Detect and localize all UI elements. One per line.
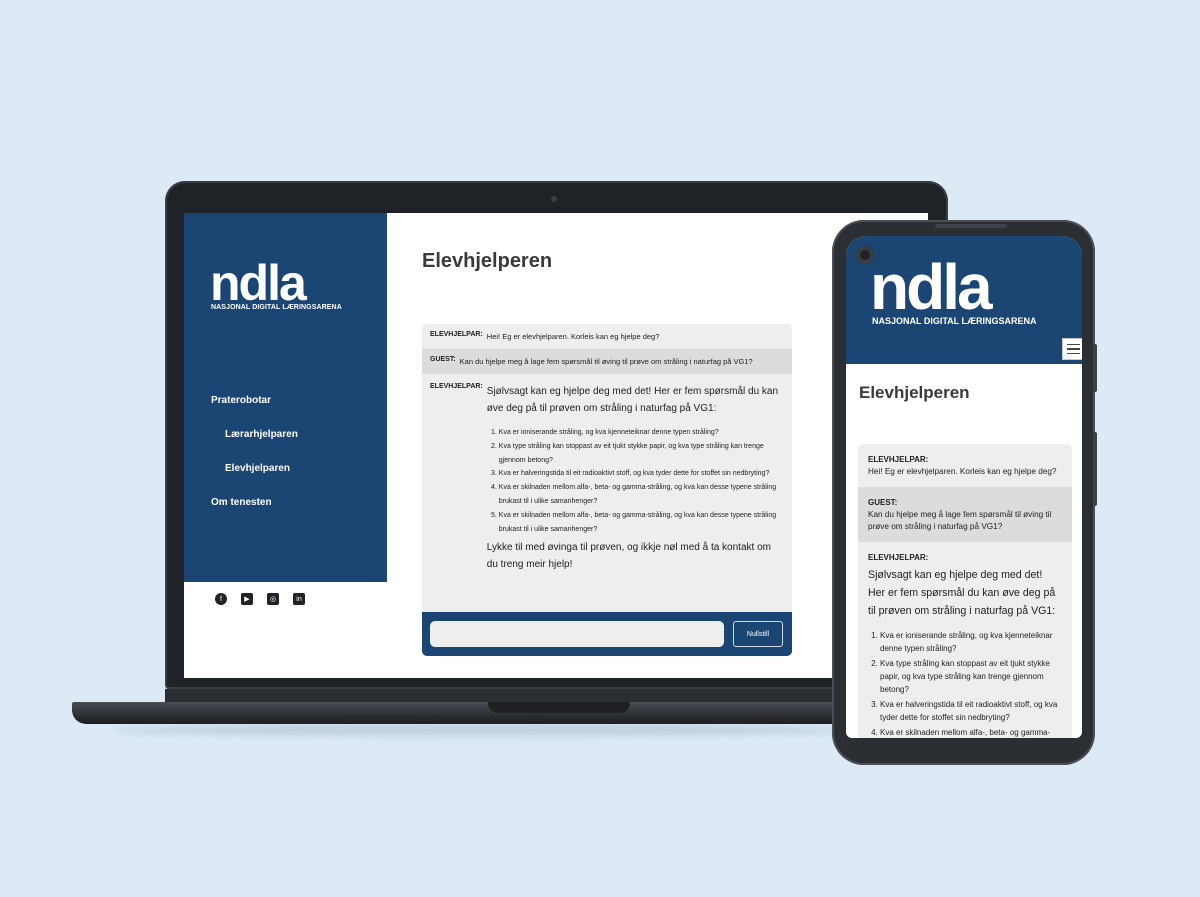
list-item: Kva type stråling kan stoppast av eit tj… (880, 657, 1062, 696)
list-item: Kva er halveringstida til eit radioaktiv… (880, 698, 1062, 724)
mobile-header: ndla NASJONAL DIGITAL LÆRINGSARENA (846, 236, 1082, 364)
question-list: Kva er ioniserande stråling, og kva kjen… (499, 426, 784, 536)
phone-speaker (935, 224, 1007, 228)
reset-button[interactable]: Nullstill (733, 621, 783, 647)
chat-message: ELEVHJELPAR: Sjølvsagt kan eg hjelpe deg… (858, 542, 1072, 738)
laptop-screen: ndla NASJONAL DIGITAL LÆRINGSARENA Prate… (184, 213, 928, 678)
list-item: Kva er skilnaden mellom alfa-, beta- og … (499, 481, 784, 509)
message-text: Kan du hjelpe meg å lage fem spørsmål ti… (459, 357, 753, 366)
message-intro: Sjølvsagt kan eg hjelpe deg med det! Her… (868, 569, 1056, 617)
chat-input-bar: Nullstill (422, 612, 792, 656)
message-sender: ELEVHJELPAR: (430, 331, 483, 338)
logo-subtitle: NASJONAL DIGITAL LÆRINGSARENA (211, 304, 342, 311)
phone-side-button (1093, 432, 1097, 506)
youtube-icon[interactable]: ▶ (241, 593, 253, 605)
list-item: Kva er skilnaden mellom alfa-, beta- og … (880, 726, 1062, 738)
message-outro: Lykke til med øvinga til prøven, og ikkj… (486, 542, 771, 571)
message-sender: ELEVHJELPAR: (868, 455, 929, 464)
page-title: Elevhjelperen (859, 383, 970, 402)
chat-message: ELEVHJELPAR: Hei! Eg er elevhjelparen. K… (858, 444, 1072, 487)
hamburger-menu-icon[interactable] (1062, 338, 1082, 360)
message-text: Hei! Eg er elevhjelparen. Korleis kan eg… (868, 467, 1057, 476)
laptop-shadow (110, 724, 850, 736)
facebook-icon[interactable]: f (215, 593, 227, 605)
linkedin-icon[interactable]: in (293, 593, 305, 605)
message-text: Hei! Eg er elevhjelparen. Korleis kan eg… (486, 332, 660, 341)
list-item: Kva type stråling kan stoppast av eit tj… (499, 440, 784, 468)
phone-side-button (1093, 344, 1097, 392)
instagram-icon[interactable]: ◎ (267, 593, 279, 605)
logo-subtitle: NASJONAL DIGITAL LÆRINGSARENA (872, 316, 1037, 326)
chat-message-guest: GUEST: Kan du hjelpe meg å lage fem spør… (422, 349, 792, 374)
message-text: Kan du hjelpe meg å lage fem spørsmål ti… (868, 510, 1052, 531)
chat-message-guest: GUEST: Kan du hjelpe meg å lage fem spør… (858, 487, 1072, 542)
message-sender: ELEVHJELPAR: (868, 553, 929, 562)
laptop-camera (551, 196, 557, 202)
message-sender: GUEST: (868, 498, 898, 507)
chat-panel: ELEVHJELPAR: Hei! Eg er elevhjelparen. K… (858, 444, 1072, 738)
sidebar-nav: Praterobotar Lærarhjelparen Elevhjelpare… (211, 395, 298, 531)
list-item: Kva er skilnaden mellom alfa-, beta- og … (499, 509, 784, 537)
message-sender: GUEST: (430, 356, 456, 363)
message-sender: ELEVHJELPAR: (430, 383, 483, 390)
question-list: Kva er ioniserande stråling, og kva kjen… (880, 629, 1062, 738)
laptop-base (72, 702, 872, 724)
sidebar: ndla NASJONAL DIGITAL LÆRINGSARENA Prate… (184, 213, 387, 582)
message-intro: Sjølvsagt kan eg hjelpe deg med det! Her… (486, 386, 779, 414)
phone-screen: ndla NASJONAL DIGITAL LÆRINGSARENA Elevh… (846, 236, 1082, 738)
sidebar-item-lararhjelparen[interactable]: Lærarhjelparen (211, 429, 298, 463)
laptop-hinge (165, 689, 865, 703)
ndla-logo[interactable]: ndla (870, 255, 993, 319)
chat-message: ELEVHJELPAR: Hei! Eg er elevhjelparen. K… (422, 324, 792, 349)
list-item: Kva er ioniserande stråling, og kva kjen… (880, 629, 1062, 655)
chat-input[interactable] (430, 621, 724, 647)
sidebar-item-praterobotar[interactable]: Praterobotar (211, 395, 298, 429)
list-item: Kva er halveringstida til eit radioaktiv… (499, 467, 784, 481)
page-title: Elevhjelperen (422, 250, 553, 272)
list-item: Kva er ioniserande stråling, og kva kjen… (499, 426, 784, 440)
chat-message: ELEVHJELPAR: Sjølvsagt kan eg hjelpe deg… (422, 374, 792, 580)
ndla-logo[interactable]: ndla (210, 258, 307, 308)
chat-panel: ELEVHJELPAR: Hei! Eg er elevhjelparen. K… (422, 324, 792, 656)
social-links: f ▶ ◎ in (215, 593, 305, 605)
sidebar-item-om-tenesten[interactable]: Om tenesten (211, 497, 298, 531)
laptop-notch (488, 702, 630, 713)
sidebar-item-elevhjelparen[interactable]: Elevhjelparen (211, 463, 298, 497)
